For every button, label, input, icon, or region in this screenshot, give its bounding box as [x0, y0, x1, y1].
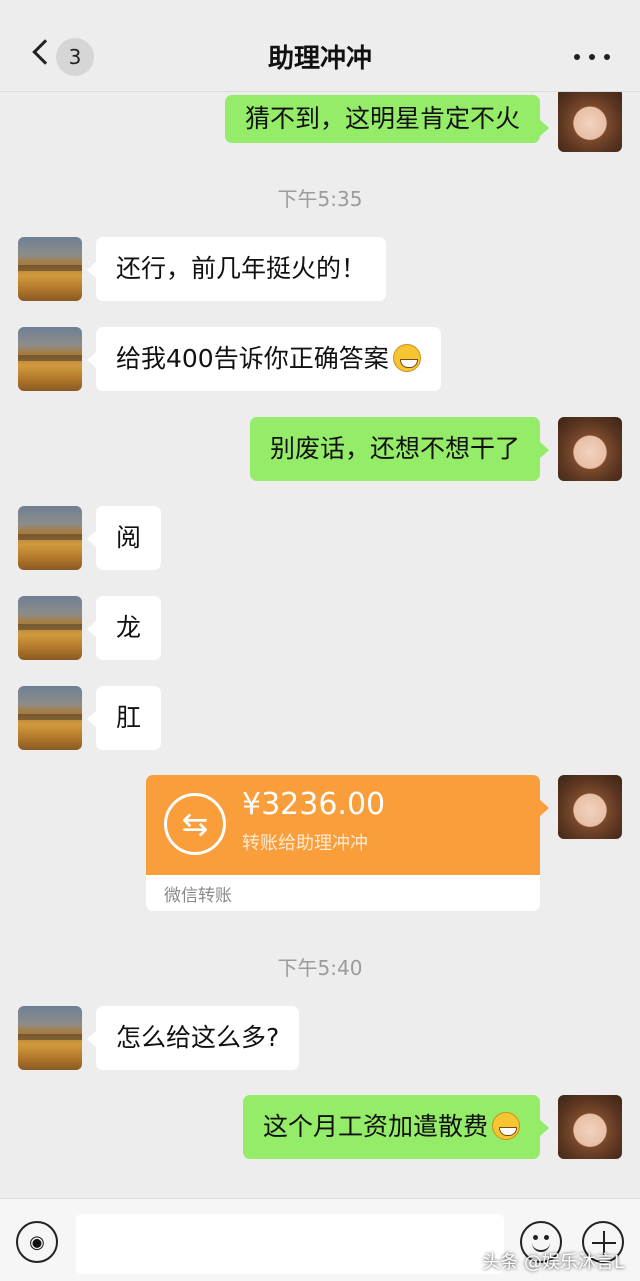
voice-input-button[interactable]: ◉: [16, 1221, 58, 1263]
transfer-footer-label: 微信转账: [164, 886, 232, 906]
message-bubble[interactable]: 给我400告诉你正确答案: [87, 327, 441, 391]
transfer-card-header: ¥3236.00 转账给助理冲冲: [146, 775, 540, 875]
my-avatar[interactable]: [558, 775, 622, 839]
chat-header: 3 助理冲冲: [0, 0, 640, 92]
my-avatar[interactable]: [558, 417, 622, 481]
transfer-arrows-icon: [164, 793, 226, 855]
voice-icon: ◉: [29, 1231, 45, 1253]
grin-emoji-icon: [392, 344, 421, 372]
transfer-description: 转账给助理冲冲: [242, 833, 368, 854]
my-avatar[interactable]: [558, 88, 622, 152]
contact-avatar[interactable]: [18, 506, 82, 570]
message-bubble[interactable]: 怎么给这么多?: [86, 1006, 300, 1070]
contact-avatar[interactable]: [18, 327, 82, 391]
timestamp: 下午5:40: [277, 956, 363, 980]
watermark: 头条 @娱乐沐言L: [482, 1252, 624, 1273]
message-bubble[interactable]: 还行，前几年挺火的！: [86, 237, 387, 301]
message-bubble[interactable]: 龙: [86, 596, 162, 660]
message-bubble[interactable]: 这个月工资加遣散费: [242, 1095, 550, 1159]
message-text: 给我400告诉你正确答案: [116, 344, 389, 373]
contact-avatar[interactable]: [18, 237, 82, 301]
chat-title: 助理冲冲: [267, 44, 372, 74]
dot-icon: [604, 54, 610, 60]
timestamp: 下午5:35: [277, 187, 363, 211]
transfer-bubble-tail: [539, 799, 549, 817]
message-bubble[interactable]: 阅: [86, 506, 162, 570]
message-bubble[interactable]: 猜不到，这明星肯定不火: [224, 95, 550, 143]
thinking-emoji-icon: [492, 1112, 520, 1140]
message-input[interactable]: [76, 1214, 504, 1274]
transfer-amount: ¥3236.00: [242, 787, 386, 822]
message-bubble[interactable]: 别废话，还想不想干了: [249, 417, 550, 481]
contact-avatar[interactable]: [18, 686, 82, 750]
contact-avatar[interactable]: [18, 1006, 82, 1070]
dot-icon: [589, 54, 595, 60]
contact-avatar[interactable]: [18, 596, 82, 660]
transfer-card[interactable]: ¥3236.00 转账给助理冲冲 微信转账: [146, 775, 540, 911]
message-text: 这个月工资加遣散费: [262, 1112, 488, 1141]
message-bubble[interactable]: 肛: [86, 686, 162, 750]
more-options-button[interactable]: [574, 52, 610, 62]
my-avatar[interactable]: [558, 1095, 622, 1159]
dot-icon: [574, 54, 580, 60]
